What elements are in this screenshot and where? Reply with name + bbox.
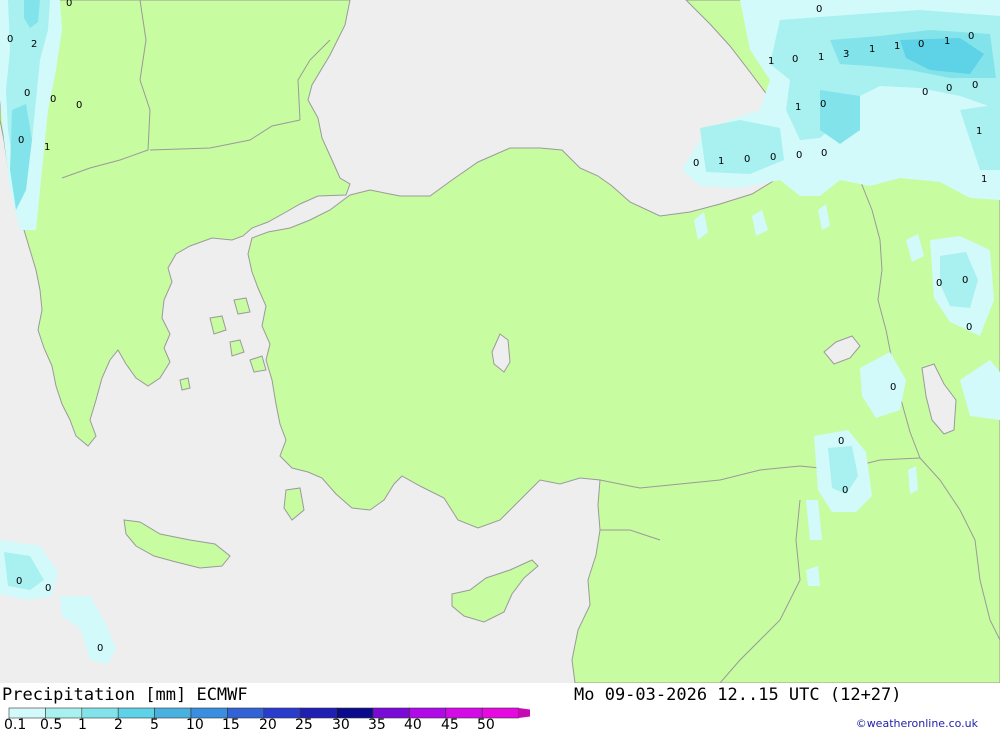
precip-label: 1 <box>869 44 875 55</box>
precip-label: 1 <box>768 56 774 67</box>
precip-label: 0 <box>18 135 24 146</box>
precip-label: 1 <box>981 174 987 185</box>
precip-label: 1 <box>944 36 950 47</box>
precip-label: 1 <box>894 41 900 52</box>
legend-tick: 50 <box>477 717 495 733</box>
credit-link[interactable]: ©weatheronline.co.uk <box>856 717 978 730</box>
precip-label: 0 <box>770 152 776 163</box>
precip-label: 2 <box>31 39 37 50</box>
precip-label: 0 <box>816 4 822 15</box>
precip-label: 0 <box>24 88 30 99</box>
legend-tick: 1 <box>78 717 87 733</box>
legend-tick: 20 <box>259 717 277 733</box>
footer: Precipitation [mm] ECMWF Mo 09-03-2026 1… <box>0 683 1000 733</box>
precip-label: 1 <box>718 156 724 167</box>
precip-label: 1 <box>818 52 824 63</box>
precip-label: 0 <box>16 576 22 587</box>
precip-label: 0 <box>744 154 750 165</box>
precip-label: 1 <box>976 126 982 137</box>
precip-label: 0 <box>946 83 952 94</box>
precip-label: 0 <box>796 150 802 161</box>
legend-tick: 2 <box>114 717 123 733</box>
weather-map: 0 2 0 0 0 0 1 0 0 1 0 1 3 1 1 0 1 0 0 0 … <box>0 0 1000 683</box>
precip-label: 3 <box>843 49 849 60</box>
legend-tick: 25 <box>295 717 313 733</box>
legend-arrow <box>518 708 530 718</box>
precip-label: 0 <box>820 99 826 110</box>
precip-label: 0 <box>962 275 968 286</box>
legend-tick: 0.5 <box>40 717 63 733</box>
precip-label: 1 <box>795 102 801 113</box>
precip-label: 0 <box>693 158 699 169</box>
precip-label: 0 <box>97 643 103 654</box>
legend-tick: 30 <box>332 717 350 733</box>
precip-label: 0 <box>821 148 827 159</box>
legend-tick: 40 <box>404 717 422 733</box>
precip-label: 0 <box>922 87 928 98</box>
legend-tick: 35 <box>368 717 386 733</box>
precip-label: 0 <box>792 54 798 65</box>
precip-label: 0 <box>972 80 978 91</box>
precip-label: 0 <box>66 0 72 9</box>
precip-label: 0 <box>966 322 972 333</box>
precip-label: 0 <box>936 278 942 289</box>
precip-label: 0 <box>838 436 844 447</box>
legend-tick: 10 <box>186 717 204 733</box>
legend-tick: 5 <box>150 717 159 733</box>
legend-tick: 45 <box>441 717 459 733</box>
precip-label: 0 <box>45 583 51 594</box>
map-title: Precipitation [mm] ECMWF <box>2 685 248 705</box>
precip-label: 0 <box>7 34 13 45</box>
precip-label: 0 <box>968 31 974 42</box>
precip-label: 0 <box>50 94 56 105</box>
precip-label: 0 <box>76 100 82 111</box>
precip-label: 0 <box>918 39 924 50</box>
legend-swatch <box>81 707 119 719</box>
precip-label: 1 <box>44 142 50 153</box>
precip-label: 0 <box>890 382 896 393</box>
precip-label: 0 <box>842 485 848 496</box>
legend-tick: 15 <box>222 717 240 733</box>
legend-tick: 0.1 <box>4 717 27 733</box>
valid-time: Mo 09-03-2026 12..15 UTC (12+27) <box>574 685 902 705</box>
